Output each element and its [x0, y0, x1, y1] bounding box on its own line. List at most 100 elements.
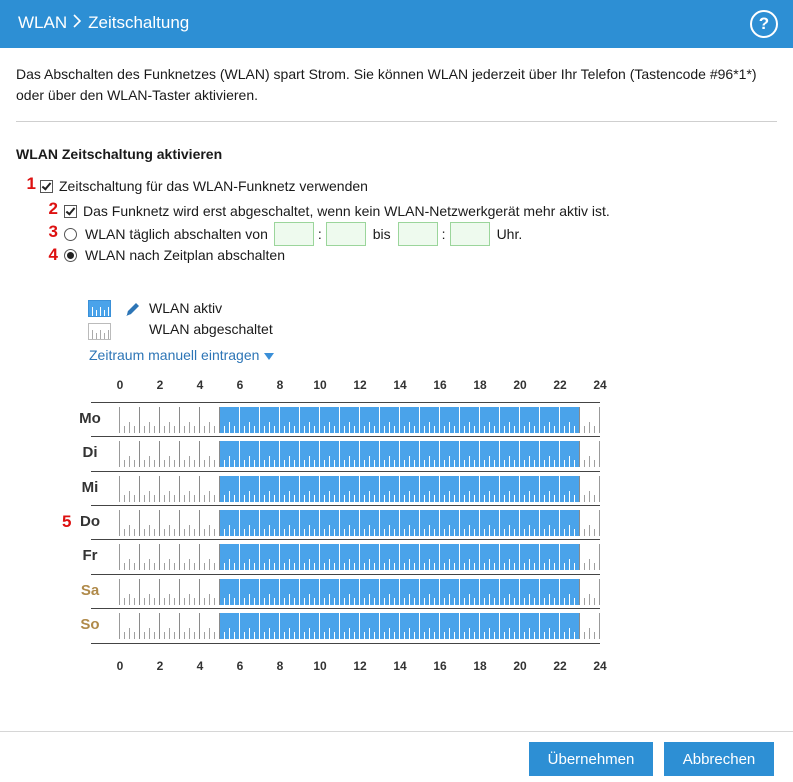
quarter-tick [169, 491, 170, 502]
day-track[interactable] [119, 402, 600, 438]
day-track[interactable] [119, 574, 600, 610]
quarter-tick [464, 632, 465, 639]
hour-divider [439, 613, 440, 639]
quarter-tick [509, 491, 510, 502]
quarter-tick [214, 563, 215, 570]
quarter-tick [554, 529, 555, 536]
quarter-tick [324, 460, 325, 467]
day-track[interactable] [119, 471, 600, 507]
quarter-tick [409, 491, 410, 502]
from-hour-input[interactable] [273, 222, 314, 246]
hour-divider [319, 441, 320, 467]
to-minute-input[interactable] [449, 222, 490, 246]
cancel-button[interactable]: Abbrechen [664, 742, 774, 776]
quarter-tick [384, 632, 385, 639]
quarter-tick [194, 460, 195, 467]
quarter-tick [194, 426, 195, 433]
chevron-right-icon [73, 13, 82, 33]
quarter-tick [369, 422, 370, 433]
hour-divider [319, 544, 320, 570]
daily-radio[interactable] [64, 227, 77, 241]
quarter-tick [364, 563, 365, 570]
day-track[interactable] [119, 608, 600, 644]
quarter-tick [354, 632, 355, 639]
quarter-tick [284, 563, 285, 570]
quarter-tick [529, 491, 530, 502]
quarter-tick [194, 529, 195, 536]
hour-divider [559, 510, 560, 536]
quarter-tick [584, 598, 585, 605]
hour-divider [179, 441, 180, 467]
quarter-tick [494, 632, 495, 639]
quarter-tick [254, 426, 255, 433]
hour-divider [479, 510, 480, 536]
hour-divider [239, 476, 240, 502]
quarter-tick [524, 460, 525, 467]
quarter-tick [464, 598, 465, 605]
quarter-tick [294, 529, 295, 536]
hour-divider [419, 579, 420, 605]
swatch-tick [100, 330, 101, 339]
quarter-tick [489, 422, 490, 433]
quarter-tick [254, 495, 255, 502]
schedule-radio[interactable] [64, 248, 77, 262]
bottom-hour-label: 0 [116, 659, 124, 673]
quarter-tick [309, 525, 310, 536]
quarter-tick [229, 594, 230, 605]
day-track[interactable] [119, 436, 600, 472]
manual-entry-link[interactable]: Zeitraum manuell eintragen [89, 347, 275, 363]
quarter-tick [494, 460, 495, 467]
hour-divider [359, 510, 360, 536]
hour-divider [159, 579, 160, 605]
quarter-tick [249, 594, 250, 605]
from-minute-input[interactable] [325, 222, 366, 246]
hour-divider [199, 407, 200, 433]
quarter-tick [324, 426, 325, 433]
quarter-tick [414, 529, 415, 536]
quarter-tick [374, 598, 375, 605]
top-hour-label: 10 [313, 378, 327, 392]
quarter-tick [214, 495, 215, 502]
quarter-tick [369, 594, 370, 605]
to-hour-input[interactable] [397, 222, 438, 246]
wait-inactive-checkbox[interactable] [64, 204, 77, 218]
quarter-tick [409, 525, 410, 536]
quarter-tick [234, 529, 235, 536]
quarter-tick [389, 628, 390, 639]
hour-divider [219, 579, 220, 605]
quarter-tick [429, 456, 430, 467]
quarter-tick [534, 529, 535, 536]
quarter-tick [184, 598, 185, 605]
quarter-tick [389, 491, 390, 502]
quarter-tick [144, 632, 145, 639]
quarter-tick [369, 559, 370, 570]
quarter-tick [304, 598, 305, 605]
quarter-tick [324, 598, 325, 605]
breadcrumb-wlan[interactable]: WLAN [18, 13, 67, 33]
pencil-icon[interactable] [124, 300, 142, 321]
quarter-tick [364, 529, 365, 536]
option-daily[interactable]: WLAN täglich abschalten von : bis : Uhr. [64, 222, 522, 246]
quarter-tick [509, 456, 510, 467]
apply-button[interactable]: Übernehmen [529, 742, 653, 776]
option-schedule[interactable]: WLAN nach Zeitplan abschalten [64, 245, 285, 265]
quarter-tick [184, 460, 185, 467]
quarter-tick [349, 491, 350, 502]
quarter-tick [504, 426, 505, 433]
quarter-tick [274, 529, 275, 536]
day-track[interactable] [119, 505, 600, 541]
hour-divider [439, 544, 440, 570]
option-use-timer[interactable]: Zeitschaltung für das WLAN-Funknetz verw… [40, 176, 368, 196]
option-wait-inactive[interactable]: Das Funknetz wird erst abgeschaltet, wen… [64, 201, 610, 221]
quarter-tick [369, 628, 370, 639]
quarter-tick [214, 529, 215, 536]
use-timer-checkbox[interactable] [40, 179, 53, 193]
top-hour-label: 0 [116, 378, 124, 392]
hour-divider [319, 407, 320, 433]
hour-divider [479, 476, 480, 502]
quarter-tick [494, 495, 495, 502]
quarter-tick [334, 460, 335, 467]
help-icon[interactable]: ? [750, 10, 778, 38]
day-track[interactable] [119, 539, 600, 575]
hour-divider [399, 544, 400, 570]
